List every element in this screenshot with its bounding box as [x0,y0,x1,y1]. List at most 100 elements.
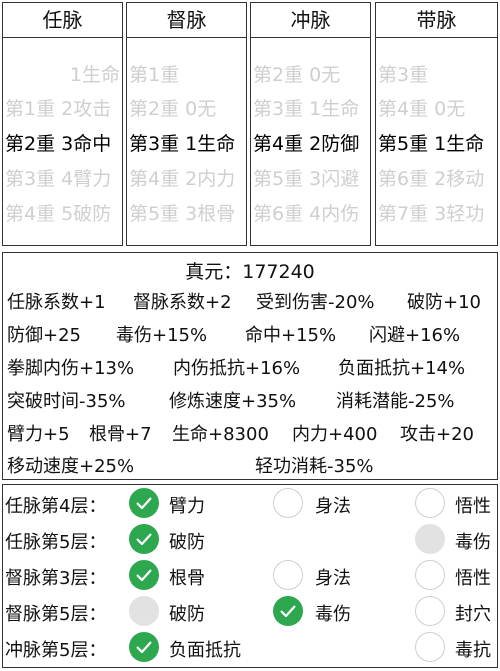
choice-row-label: 任脉第5层： [5,532,107,553]
stat-line: 任脉系数+1 督脉系数+2 受到伤害-20% 破防+10 [7,287,493,319]
picker-row[interactable]: 第4重 5破防 [3,197,122,231]
stat-item: 负面抵抗+14% [338,358,466,379]
stat-item: 受到伤害-20% [256,292,375,313]
stat-item: 命中+15% [245,325,337,346]
picker-row-selected[interactable]: 第5重 1生命 [376,127,497,161]
picker-row-selected[interactable]: 第3重 1生命 [127,127,246,161]
option-label[interactable]: 悟性 [455,564,491,590]
option-label: 毒伤 [455,532,491,553]
choice-row-label: 督脉第5层： [5,604,107,625]
picker-row[interactable]: 第6重 2移动 [376,162,497,196]
picker-row[interactable]: 1生命 [3,58,122,92]
choice-row-label: 督脉第3层： [5,568,107,589]
stat-line: 防御+25 毒伤+15% 命中+15% 闪避+16% [7,320,493,352]
radio-checked[interactable] [129,488,159,518]
check-icon [136,641,152,653]
option-label[interactable]: 毒抗 [455,636,491,662]
column-title: 带脉 [376,3,497,38]
radio-checked[interactable] [129,632,159,662]
option-label[interactable]: 负面抵抗 [169,636,241,662]
column-picker[interactable]: 第2重 0无 第3重 1生命 第4重 2防御 第5重 3闪避 第6重 4内伤 [251,38,370,245]
check-icon [280,605,296,617]
picker-row[interactable]: 第4重 2内力 [127,162,246,196]
radio-disabled [415,524,445,554]
radio-unchecked[interactable] [415,560,445,590]
column-picker[interactable]: 第1重 第2重 0无 第3重 1生命 第4重 2内力 第5重 3根骨 [127,38,246,245]
picker-row[interactable]: 第6重 4内伤 [251,197,370,231]
stat-item: 闪避+16% [369,325,461,346]
picker-row[interactable]: 第1重 2攻击 [3,92,122,126]
column-renmai: 任脉 1生命 第1重 2攻击 第2重 3命中 第3重 4臂力 第4重 5破防 [2,2,123,246]
picker-row[interactable]: 第2重 0无 [127,92,246,126]
column-title: 冲脉 [251,3,370,38]
picker-row[interactable]: 第7重 3轻功 [376,197,497,231]
zhenyuan-total: 真元：177240 [185,261,315,283]
meridian-columns: 任脉 1生命 第1重 2攻击 第2重 3命中 第3重 4臂力 第4重 5破防 督… [0,0,500,250]
stat-line: 突破时间-35% 修炼速度+35% 消耗潜能-25% [7,386,493,418]
choice-row-dumai-5: 督脉第5层： 破防 毒伤 封穴 [3,595,497,631]
radio-unchecked[interactable] [415,488,445,518]
picker-row[interactable]: 第2重 0无 [251,58,370,92]
stat-item: 突破时间-35% [7,391,126,412]
picker-row[interactable]: 第3重 4臂力 [3,162,122,196]
column-title: 督脉 [127,3,246,38]
column-daimai: 带脉 第3重 第4重 0无 第5重 1生命 第6重 2移动 第7重 3轻功 [375,2,498,246]
choice-row-dumai-3: 督脉第3层： 根骨 身法 悟性 [3,559,497,595]
radio-checked[interactable] [129,560,159,590]
radio-disabled [129,596,159,626]
choice-row-label: 冲脉第5层： [5,640,107,661]
stat-item: 内伤抵抗+16% [173,358,301,379]
radio-unchecked[interactable] [273,488,303,518]
option-label[interactable]: 破防 [169,528,205,554]
radio-unchecked[interactable] [415,632,445,662]
choice-row-chongmai-5: 冲脉第5层： 负面抵抗 毒抗 [3,631,497,667]
picker-row[interactable]: 第5重 3根骨 [127,197,246,231]
picker-row[interactable]: 第1重 [127,58,246,92]
picker-row-selected[interactable]: 第2重 3命中 [3,127,122,161]
column-dumai: 督脉 第1重 第2重 0无 第3重 1生命 第4重 2内力 第5重 3根骨 [126,2,247,246]
stat-item: 防御+25 [7,325,81,346]
stat-item: 消耗潜能-25% [336,391,455,412]
stat-item: 生命+8300 [172,424,269,445]
stat-item: 臂力+5 [7,424,70,445]
radio-unchecked[interactable] [415,596,445,626]
option-label[interactable]: 封穴 [455,600,491,626]
stat-line: 移动速度+25% 轻功消耗-35% [7,451,493,483]
choice-row-renmai-5: 任脉第5层： 破防 毒伤 [3,523,497,559]
stat-item: 修炼速度+35% [169,391,297,412]
picker-row[interactable]: 第5重 3闪避 [251,162,370,196]
radio-checked[interactable] [129,524,159,554]
radio-checked[interactable] [273,596,303,626]
meridian-page: 任脉 1生命 第1重 2攻击 第2重 3命中 第3重 4臂力 第4重 5破防 督… [0,0,500,671]
stat-item: 毒伤+15% [116,325,208,346]
option-label[interactable]: 悟性 [455,492,491,518]
choice-row-renmai-4: 任脉第4层： 臂力 身法 悟性 [3,487,497,523]
stat-item: 根骨+7 [89,424,152,445]
picker-row[interactable]: 第3重 1生命 [251,92,370,126]
check-icon [136,497,152,509]
option-label[interactable]: 身法 [315,564,351,590]
picker-row-selected[interactable]: 第4重 2防御 [251,127,370,161]
radio-unchecked[interactable] [273,560,303,590]
picker-row[interactable]: 第4重 0无 [376,92,497,126]
stat-item: 移动速度+25% [7,456,135,477]
stat-item: 攻击+20 [400,424,474,445]
stats-panel: 真元：177240 任脉系数+1 督脉系数+2 受到伤害-20% 破防+10 防… [2,252,498,480]
choice-panel: 任脉第4层： 臂力 身法 悟性 任脉第5层： 破防 毒伤 督脉第3层： 根骨 身… [2,484,498,668]
option-label[interactable]: 毒伤 [315,600,351,626]
column-picker[interactable]: 1生命 第1重 2攻击 第2重 3命中 第3重 4臂力 第4重 5破防 [3,38,122,245]
option-label: 破防 [169,604,205,625]
choice-row-label: 任脉第4层： [5,496,107,517]
option-label[interactable]: 臂力 [169,492,205,518]
stat-item: 督脉系数+2 [133,292,232,313]
column-picker[interactable]: 第3重 第4重 0无 第5重 1生命 第6重 2移动 第7重 3轻功 [376,38,497,245]
option-label[interactable]: 根骨 [169,564,205,590]
stat-item: 轻功消耗-35% [255,456,374,477]
stat-item: 破防+10 [407,292,481,313]
stat-item: 拳脚内伤+13% [7,358,135,379]
picker-row[interactable]: 第3重 [376,58,497,92]
stat-item: 任脉系数+1 [7,292,106,313]
column-chongmai: 冲脉 第2重 0无 第3重 1生命 第4重 2防御 第5重 3闪避 第6重 4内… [250,2,371,246]
check-icon [136,533,152,545]
option-label[interactable]: 身法 [315,492,351,518]
